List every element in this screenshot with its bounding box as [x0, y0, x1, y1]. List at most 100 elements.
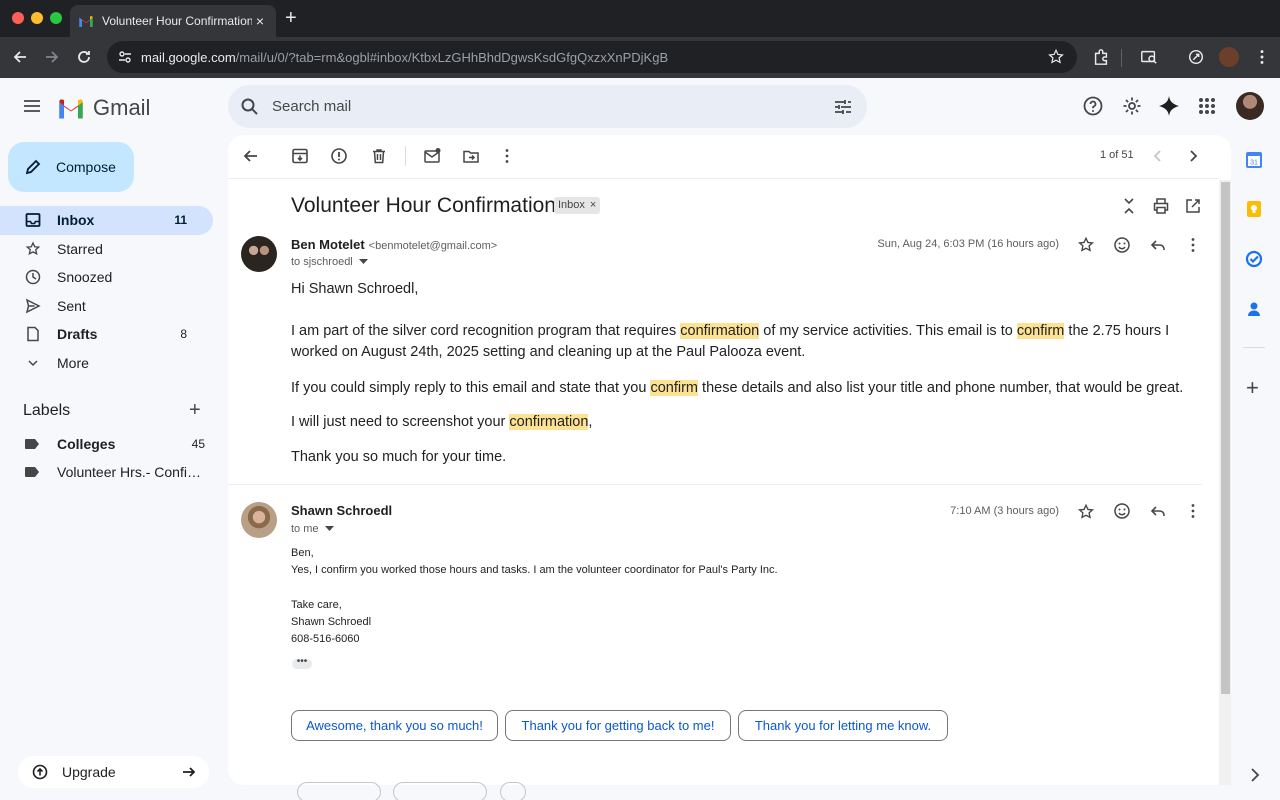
reply-line: Yes, I confirm you worked those hours an… [291, 564, 778, 576]
sender-name[interactable]: Ben Motelet <benmotelet@gmail.com> [291, 237, 497, 252]
star-icon [25, 241, 41, 255]
print-icon[interactable] [1152, 197, 1170, 215]
gmail-m-icon [59, 99, 83, 119]
sender-avatar[interactable] [241, 502, 277, 538]
browser-profile-avatar[interactable] [1219, 47, 1239, 67]
gemini-sparkle-icon[interactable] [1158, 95, 1180, 117]
bookmark-star-icon[interactable] [1047, 48, 1065, 66]
smart-reply-button[interactable]: Awesome, thank you so much! [291, 710, 498, 741]
sidebar-item-starred[interactable]: Starred [0, 235, 213, 264]
message-more-icon[interactable] [1184, 236, 1202, 254]
back-to-inbox-icon[interactable] [242, 147, 260, 165]
sidebar-item-snoozed[interactable]: Snoozed [0, 263, 213, 292]
delete-trash-icon[interactable] [370, 147, 388, 165]
settings-gear-icon[interactable] [1121, 95, 1143, 117]
scrollbar-thumb[interactable] [1221, 182, 1230, 694]
extensions-icon[interactable] [1092, 48, 1110, 66]
mark-unread-icon[interactable] [423, 147, 441, 165]
more-actions-icon[interactable] [498, 147, 516, 165]
compose-button[interactable]: Compose [8, 142, 134, 192]
reload-icon[interactable] [74, 47, 94, 67]
show-trimmed-content-button[interactable]: ••• [292, 657, 312, 669]
account-avatar[interactable] [1236, 92, 1264, 120]
reply-line: Ben, [291, 547, 314, 559]
forward-button-partial[interactable] [393, 782, 487, 800]
arrow-right-icon [183, 767, 196, 777]
message-paragraph: If you could simply reply to this email … [291, 380, 1184, 396]
forward-arrow-icon[interactable] [42, 47, 62, 67]
upgrade-icon [32, 764, 48, 780]
collapse-all-icon[interactable] [1120, 197, 1138, 215]
add-label-button[interactable]: + [189, 400, 201, 420]
sidebar-item-drafts[interactable]: Drafts 8 [0, 320, 213, 349]
sender-name[interactable]: Shawn Schroedl [291, 503, 392, 518]
older-chevron-right-icon[interactable] [1185, 148, 1201, 164]
labels-heading: Labels [23, 402, 71, 419]
apps-grid-icon[interactable] [1196, 95, 1218, 117]
emoji-button-partial[interactable] [500, 782, 526, 800]
reply-button-partial[interactable] [297, 782, 381, 800]
browser-tab[interactable]: Volunteer Hour Confirmation × [70, 5, 276, 37]
emoji-reaction-icon[interactable] [1113, 502, 1131, 520]
reply-icon[interactable] [1149, 502, 1167, 520]
contacts-icon[interactable] [1245, 300, 1263, 318]
expand-side-panel-chevron-icon[interactable] [1250, 768, 1260, 782]
sidebar-item-more[interactable]: More [0, 349, 213, 378]
recipient-details[interactable]: to sjschroedl [291, 256, 368, 268]
new-tab-button[interactable]: + [285, 8, 297, 28]
upgrade-button[interactable]: Upgrade [18, 756, 209, 788]
message-paragraph: Thank you so much for your time. [291, 449, 507, 465]
archive-icon[interactable] [291, 147, 309, 165]
sidebar-item-label: Drafts [57, 326, 98, 343]
label-item-volunteer[interactable]: Volunteer Hrs.- Confirm... [25, 462, 205, 482]
browser-tab-bar: Volunteer Hour Confirmation × + [0, 0, 1280, 37]
sidebar-item-inbox[interactable]: Inbox 11 [0, 206, 213, 235]
recipient-details[interactable]: to me [291, 523, 334, 535]
open-new-window-icon[interactable] [1184, 197, 1202, 215]
keep-notes-icon[interactable] [1245, 200, 1263, 218]
window-zoom-button[interactable] [50, 12, 62, 24]
tasks-icon[interactable] [1245, 250, 1263, 268]
reply-icon[interactable] [1149, 236, 1167, 254]
draft-count: 8 [180, 327, 187, 342]
get-addons-button[interactable]: + [1246, 377, 1259, 399]
star-icon[interactable] [1077, 236, 1095, 254]
message-date: Sun, Aug 24, 6:03 PM (16 hours ago) [877, 238, 1059, 250]
calendar-icon[interactable]: 31 [1245, 151, 1263, 169]
smart-reply-button[interactable]: Thank you for getting back to me! [505, 710, 731, 741]
smart-reply-button[interactable]: Thank you for letting me know. [738, 710, 948, 741]
search-highlight: confirm [1016, 323, 1065, 339]
tab-search-icon[interactable] [1140, 48, 1158, 66]
label-item-colleges[interactable]: Colleges 45 [25, 434, 205, 454]
message-more-icon[interactable] [1184, 502, 1202, 520]
emoji-reaction-icon[interactable] [1113, 236, 1131, 254]
rail-divider [1243, 347, 1265, 348]
email-subject: Volunteer Hour Confirmation [291, 194, 556, 217]
sidebar-item-label: Snoozed [57, 269, 113, 286]
reply-signature-name: Shawn Schroedl [291, 616, 372, 628]
browser-menu-icon[interactable] [1253, 48, 1271, 66]
star-icon[interactable] [1077, 503, 1095, 521]
search-icon[interactable] [240, 97, 260, 117]
remove-label-icon[interactable]: × [590, 197, 596, 214]
search-input[interactable]: Search mail [272, 98, 833, 115]
tab-close-icon[interactable]: × [252, 13, 268, 29]
inbox-label-chip[interactable]: Inbox × [554, 197, 601, 214]
window-close-button[interactable] [12, 12, 24, 24]
address-bar[interactable]: mail.google.com/mail/u/0/?tab=rm&ogbl#in… [107, 41, 1077, 73]
site-settings-icon[interactable] [117, 49, 133, 65]
sender-avatar[interactable] [241, 236, 277, 272]
search-options-icon[interactable] [833, 97, 853, 117]
help-icon[interactable] [1082, 95, 1104, 117]
gmail-logo[interactable]: Gmail [57, 95, 150, 121]
report-spam-icon[interactable] [330, 147, 348, 165]
caret-down-icon [358, 259, 368, 264]
back-arrow-icon[interactable] [10, 47, 30, 67]
newer-chevron-left-icon[interactable] [1150, 148, 1166, 164]
search-bar[interactable]: Search mail [228, 85, 867, 128]
move-to-folder-icon[interactable] [462, 147, 480, 165]
window-minimize-button[interactable] [31, 12, 43, 24]
extension-puzzle-alt-icon[interactable] [1187, 48, 1205, 66]
sidebar-item-sent[interactable]: Sent [0, 292, 213, 321]
main-menu-icon[interactable] [22, 96, 42, 116]
